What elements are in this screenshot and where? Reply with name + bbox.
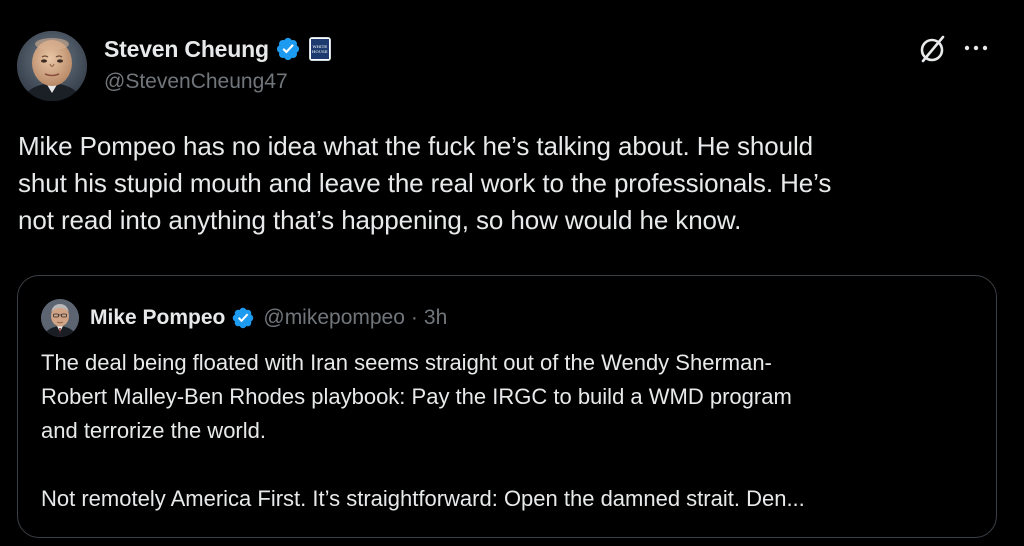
author-avatar[interactable] bbox=[17, 31, 87, 101]
quoted-timestamp[interactable]: 3h bbox=[424, 306, 447, 330]
more-options-icon[interactable] bbox=[962, 38, 990, 58]
quoted-author-handle[interactable]: @mikepompeo bbox=[263, 306, 405, 330]
author-name-row: Steven Cheung WHITE HOUSE bbox=[104, 32, 331, 66]
affiliate-badge-text: WHITE HOUSE bbox=[310, 39, 329, 59]
tweet-text: Mike Pompeo has no idea what the fuck he… bbox=[18, 131, 832, 235]
tweet: Steven Cheung WHITE HOUSE @StevenCheung4… bbox=[0, 0, 1024, 546]
quoted-author-avatar[interactable] bbox=[41, 299, 79, 337]
quoted-tweet-text: The deal being floated with Iran seems s… bbox=[41, 350, 805, 511]
quoted-author-avatar-image bbox=[41, 299, 79, 337]
quoted-tweet-card[interactable]: Mike Pompeo @mikepompeo · 3h The deal be… bbox=[17, 275, 997, 538]
quoted-verified-badge-icon[interactable] bbox=[231, 306, 255, 330]
quoted-tweet-header: Mike Pompeo @mikepompeo · 3h bbox=[90, 300, 447, 336]
author-handle[interactable]: @StevenCheung47 bbox=[104, 70, 288, 94]
quoted-separator: · bbox=[410, 306, 418, 329]
author-avatar-image bbox=[17, 31, 87, 101]
quoted-author-name[interactable]: Mike Pompeo bbox=[90, 306, 225, 330]
affiliate-badge-icon[interactable]: WHITE HOUSE bbox=[308, 37, 331, 61]
verified-badge-icon[interactable] bbox=[275, 36, 301, 62]
grok-icon[interactable] bbox=[918, 33, 948, 65]
author-name[interactable]: Steven Cheung bbox=[104, 36, 269, 63]
